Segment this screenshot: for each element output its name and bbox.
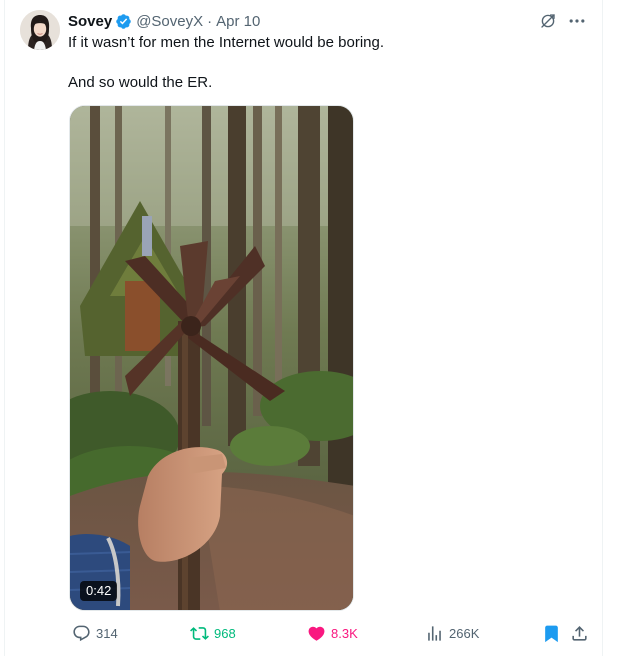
display-name[interactable]: Sovey <box>68 13 112 30</box>
separator-dot: · <box>207 12 213 30</box>
bookmark-icon <box>541 623 561 643</box>
repost-icon <box>189 623 209 643</box>
tweet-text-line-2: And so would the ER. <box>68 74 213 91</box>
views-button[interactable]: 266K <box>424 622 479 644</box>
video-duration-badge: 0:42 <box>80 581 118 601</box>
views-count: 266K <box>449 625 480 641</box>
action-bar: 314 968 8.3K 266K <box>68 622 588 644</box>
share-button[interactable] <box>569 622 589 644</box>
video-thumbnail <box>70 106 353 610</box>
heart-icon <box>306 623 326 643</box>
tweet-text-line-1: If it wasn’t for men the Internet would … <box>68 34 385 51</box>
video-player[interactable]: 0:42 <box>69 105 354 611</box>
verified-badge-icon[interactable] <box>115 13 132 30</box>
reply-icon <box>71 623 91 643</box>
repost-button[interactable]: 968 <box>189 622 236 644</box>
tweet[interactable]: Sovey @SoveyX · Apr 10 If it wasn’t for … <box>5 0 602 656</box>
more-icon[interactable] <box>566 11 588 31</box>
share-icon <box>569 623 589 643</box>
tweet-text: If it wasn’t for men the Internet would … <box>68 33 588 93</box>
tweet-date[interactable]: Apr 10 <box>216 13 260 30</box>
repost-count: 968 <box>214 625 236 641</box>
bookmark-button[interactable] <box>541 622 561 644</box>
reply-count: 314 <box>96 625 118 641</box>
views-icon <box>424 623 444 643</box>
reply-button[interactable]: 314 <box>71 622 118 644</box>
avatar[interactable] <box>20 10 60 50</box>
author-handle[interactable]: @SoveyX <box>136 13 203 30</box>
timeline-border-right <box>602 0 603 656</box>
like-count: 8.3K <box>331 625 358 641</box>
like-button[interactable]: 8.3K <box>306 622 358 644</box>
grok-icon[interactable] <box>538 11 558 31</box>
tweet-header: Sovey @SoveyX · Apr 10 <box>68 11 260 31</box>
